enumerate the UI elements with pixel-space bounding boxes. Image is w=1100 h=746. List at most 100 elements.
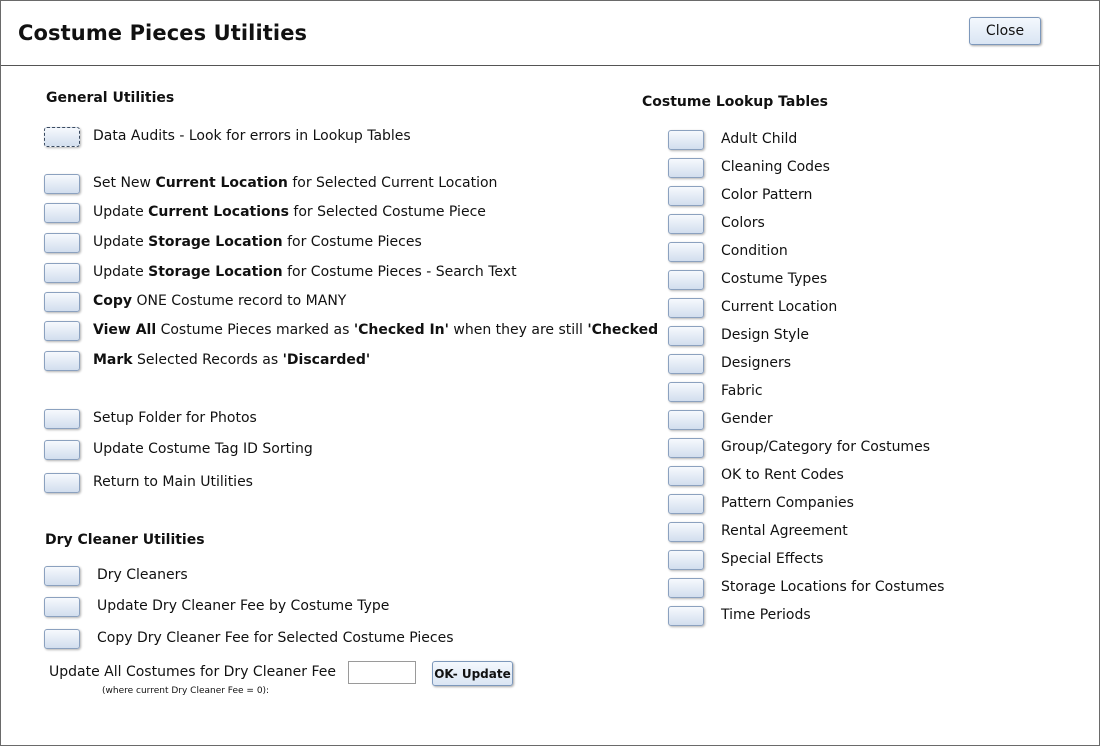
label-segment: View All: [93, 322, 157, 338]
label-segment: Data Audits - Look for errors in Lookup …: [93, 128, 411, 144]
lookup-label-gender: Gender: [721, 411, 773, 427]
label-segment: Current Locations: [148, 204, 289, 220]
label-segment: Current Location: [155, 175, 288, 191]
lookup-label-rental-agreement: Rental Agreement: [721, 523, 848, 539]
general-utility-button-4[interactable]: [44, 233, 80, 253]
general-utility-label-6: Copy ONE Costume record to MANY: [93, 293, 346, 309]
lookup-button-designers[interactable]: [668, 354, 704, 374]
lookup-label-designers: Designers: [721, 355, 791, 371]
ok-update-button[interactable]: OK- Update: [432, 661, 513, 686]
label-segment: Set New: [93, 175, 156, 191]
label-segment: Copy: [93, 293, 133, 309]
general-utility-label-1: Data Audits - Look for errors in Lookup …: [93, 128, 411, 144]
general-utility-button-3[interactable]: [44, 203, 80, 223]
label-segment: Update: [93, 234, 149, 250]
label-segment: Update: [93, 264, 149, 280]
dry-cleaner-label-3: Copy Dry Cleaner Fee for Selected Costum…: [97, 630, 454, 646]
lookup-label-condition: Condition: [721, 243, 788, 259]
lookup-button-time-periods[interactable]: [668, 606, 704, 626]
general-utility-label-9: Setup Folder for Photos: [93, 410, 257, 426]
lookup-label-ok-to-rent-codes: OK to Rent Codes: [721, 467, 844, 483]
general-utility-button-6[interactable]: [44, 292, 80, 312]
general-utility-label-11: Return to Main Utilities: [93, 474, 253, 490]
window-title: Costume Pieces Utilities: [18, 21, 308, 45]
label-segment: Setup Folder for Photos: [93, 410, 257, 426]
label-segment: for Costume Pieces - Search Text: [282, 264, 517, 280]
lookup-button-colors[interactable]: [668, 214, 704, 234]
label-segment: Mark: [93, 352, 133, 368]
general-utility-label-7: View All Costume Pieces marked as 'Check…: [93, 322, 658, 338]
lookup-button-adult-child[interactable]: [668, 130, 704, 150]
update-all-dry-cleaner-fee-note: (where current Dry Cleaner Fee = 0):: [102, 686, 270, 696]
dry-cleaner-fee-input[interactable]: [348, 661, 416, 684]
lookup-button-special-effects[interactable]: [668, 550, 704, 570]
label-segment: for Selected Current Location: [287, 175, 498, 191]
lookup-button-pattern-companies[interactable]: [668, 494, 704, 514]
dry-cleaner-label-2: Update Dry Cleaner Fee by Costume Type: [97, 598, 390, 614]
label-segment: Costume Pieces marked as: [156, 322, 354, 338]
general-utility-button-8[interactable]: [44, 351, 80, 371]
label-segment: Storage Location: [148, 264, 283, 280]
lookup-button-fabric[interactable]: [668, 382, 704, 402]
lookup-button-gender[interactable]: [668, 410, 704, 430]
dry-cleaner-button-3[interactable]: [44, 629, 80, 649]
label-segment: 'Checked: [587, 322, 659, 338]
lookup-button-costume-types[interactable]: [668, 270, 704, 290]
window-header: Costume Pieces Utilities Close: [1, 1, 1099, 66]
general-utilities-title: General Utilities: [46, 90, 175, 106]
general-utility-label-4: Update Storage Location for Costume Piec…: [93, 234, 422, 250]
label-segment: Update: [93, 204, 149, 220]
lookup-button-condition[interactable]: [668, 242, 704, 262]
label-segment: 'Checked In': [353, 322, 449, 338]
general-utility-label-10: Update Costume Tag ID Sorting: [93, 441, 313, 457]
lookup-label-adult-child: Adult Child: [721, 131, 798, 147]
lookup-label-design-style: Design Style: [721, 327, 809, 343]
lookup-tables-title: Costume Lookup Tables: [642, 94, 829, 110]
lookup-label-special-effects: Special Effects: [721, 551, 824, 567]
lookup-label-current-location: Current Location: [721, 299, 838, 315]
general-utility-button-11[interactable]: [44, 473, 80, 493]
lookup-button-ok-to-rent-codes[interactable]: [668, 466, 704, 486]
lookup-button-cleaning-codes[interactable]: [668, 158, 704, 178]
lookup-label-group-category-for-costumes: Group/Category for Costumes: [721, 439, 930, 455]
lookup-label-cleaning-codes: Cleaning Codes: [721, 159, 830, 175]
lookup-button-rental-agreement[interactable]: [668, 522, 704, 542]
label-segment: Storage Location: [148, 234, 283, 250]
label-segment: Update Costume Tag ID Sorting: [93, 441, 313, 457]
lookup-label-pattern-companies: Pattern Companies: [721, 495, 854, 511]
label-segment: 'Discarded': [282, 352, 371, 368]
label-segment: Return to Main Utilities: [93, 474, 253, 490]
general-utility-label-2: Set New Current Location for Selected Cu…: [93, 175, 497, 191]
general-utility-label-8: Mark Selected Records as 'Discarded': [93, 352, 370, 368]
label-segment: Selected Records as: [132, 352, 283, 368]
lookup-label-costume-types: Costume Types: [721, 271, 828, 287]
update-all-dry-cleaner-fee-label: Update All Costumes for Dry Cleaner Fee: [49, 664, 336, 680]
general-utility-label-3: Update Current Locations for Selected Co…: [93, 204, 486, 220]
general-utility-button-5[interactable]: [44, 263, 80, 283]
lookup-button-color-pattern[interactable]: [668, 186, 704, 206]
dry-cleaner-button-1[interactable]: [44, 566, 80, 586]
label-segment: when they are still: [448, 322, 588, 338]
lookup-button-current-location[interactable]: [668, 298, 704, 318]
general-utility-button-10[interactable]: [44, 440, 80, 460]
label-segment: ONE Costume record to MANY: [132, 293, 347, 309]
general-utility-button-2[interactable]: [44, 174, 80, 194]
label-segment: for Costume Pieces: [282, 234, 422, 250]
general-utility-button-9[interactable]: [44, 409, 80, 429]
lookup-label-storage-locations-for-costumes: Storage Locations for Costumes: [721, 579, 945, 595]
close-button[interactable]: Close: [969, 17, 1041, 45]
lookup-label-fabric: Fabric: [721, 383, 763, 399]
lookup-label-time-periods: Time Periods: [721, 607, 811, 623]
dry-cleaner-label-1: Dry Cleaners: [97, 567, 188, 583]
general-utility-button-7[interactable]: [44, 321, 80, 341]
lookup-button-group-category-for-costumes[interactable]: [668, 438, 704, 458]
general-utility-button-1[interactable]: [44, 127, 80, 147]
lookup-button-storage-locations-for-costumes[interactable]: [668, 578, 704, 598]
dry-cleaner-utilities-title: Dry Cleaner Utilities: [45, 532, 205, 548]
dry-cleaner-button-2[interactable]: [44, 597, 80, 617]
lookup-label-color-pattern: Color Pattern: [721, 187, 813, 203]
general-utility-label-5: Update Storage Location for Costume Piec…: [93, 264, 517, 280]
lookup-button-design-style[interactable]: [668, 326, 704, 346]
lookup-label-colors: Colors: [721, 215, 765, 231]
label-segment: for Selected Costume Piece: [288, 204, 486, 220]
